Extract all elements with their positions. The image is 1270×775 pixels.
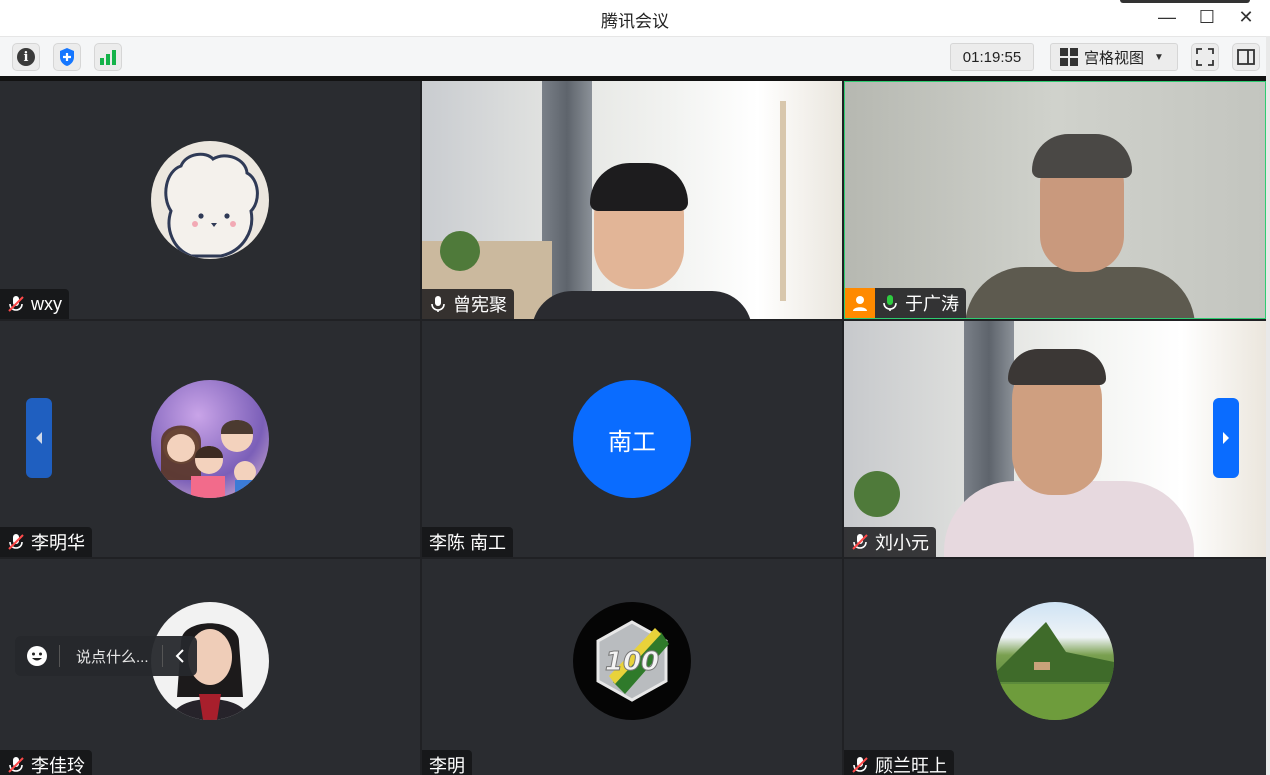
participant-name-tag: 李明 bbox=[422, 750, 472, 775]
participant-name-tag: 李佳玲 bbox=[0, 750, 92, 775]
participant-name-tag: 顾兰旺上 bbox=[844, 750, 954, 775]
person-hair bbox=[1008, 349, 1106, 385]
participant-tile[interactable]: 曾宪聚 bbox=[422, 81, 842, 319]
participant-tile-active-speaker[interactable]: 于广涛 bbox=[844, 81, 1266, 319]
participant-tile[interactable]: 南工 李陈 南工 bbox=[422, 321, 842, 557]
participant-tile[interactable]: 顾兰旺上 bbox=[844, 559, 1266, 775]
view-mode-label: 宫格视图 bbox=[1084, 49, 1145, 67]
participant-name: 于广涛 bbox=[905, 294, 959, 314]
maximize-button[interactable]: ☐ bbox=[1192, 4, 1222, 30]
window-edge-accent bbox=[1120, 0, 1250, 3]
network-signal-button[interactable] bbox=[94, 43, 122, 71]
meeting-toolbar: i 01:19:55 宫格视图 ▼ bbox=[0, 36, 1266, 76]
mic-muted-icon bbox=[8, 296, 24, 312]
avatar: 100 bbox=[573, 602, 691, 720]
person-body bbox=[532, 291, 752, 319]
mic-muted-icon bbox=[852, 534, 868, 550]
participant-name: 李明华 bbox=[31, 533, 85, 553]
participant-name-tag: 于广涛 bbox=[845, 288, 966, 318]
quick-chat-bar[interactable]: 说点什么... bbox=[15, 636, 197, 676]
person-hair bbox=[1032, 134, 1132, 178]
window-title: 腾讯会议 bbox=[601, 12, 669, 31]
landscape-avatar-image bbox=[996, 622, 1114, 720]
shelf bbox=[780, 101, 840, 301]
participant-name: 顾兰旺上 bbox=[875, 756, 947, 775]
chat-input[interactable]: 说点什么... bbox=[60, 646, 162, 667]
next-page-button[interactable] bbox=[1213, 398, 1239, 478]
plant bbox=[440, 231, 480, 271]
person-body bbox=[965, 267, 1195, 318]
badge-text: 100 bbox=[605, 647, 659, 677]
sidebar-icon bbox=[1237, 49, 1255, 65]
participant-name-tag: 刘小元 bbox=[844, 527, 936, 557]
participant-name: wxy bbox=[31, 293, 62, 314]
fullscreen-icon bbox=[1196, 48, 1214, 66]
info-icon: i bbox=[17, 48, 35, 66]
mic-icon bbox=[431, 296, 445, 312]
close-button[interactable]: ✕ bbox=[1231, 4, 1261, 30]
participant-name: 李陈 南工 bbox=[429, 533, 507, 553]
avatar bbox=[151, 380, 269, 498]
collapse-chat-button[interactable] bbox=[163, 649, 197, 663]
grid-view-icon bbox=[1060, 48, 1078, 66]
family-avatar-image bbox=[161, 420, 257, 498]
text-avatar: 南工 bbox=[573, 380, 691, 498]
window-right-edge bbox=[1266, 36, 1270, 775]
participant-name: 李明 bbox=[429, 756, 465, 775]
minimize-button[interactable]: — bbox=[1152, 4, 1182, 30]
shield-icon bbox=[60, 48, 74, 66]
avatar bbox=[996, 602, 1114, 720]
chevron-left-icon bbox=[175, 649, 184, 663]
badge-avatar-image: 100 bbox=[596, 620, 669, 702]
security-button[interactable] bbox=[53, 43, 81, 71]
meeting-timer: 01:19:55 bbox=[950, 43, 1034, 71]
participant-tile[interactable]: 刘小元 bbox=[844, 321, 1266, 557]
view-mode-dropdown[interactable]: 宫格视图 ▼ bbox=[1050, 43, 1178, 71]
meeting-info-button[interactable]: i bbox=[12, 43, 40, 71]
chevron-right-icon bbox=[1223, 432, 1229, 444]
sidebar-toggle-button[interactable] bbox=[1232, 43, 1260, 71]
participant-name-tag: 李陈 南工 bbox=[422, 527, 514, 557]
fullscreen-button[interactable] bbox=[1191, 43, 1219, 71]
participant-name: 曾宪聚 bbox=[453, 295, 507, 315]
title-bar: 腾讯会议 — ☐ ✕ bbox=[0, 0, 1270, 36]
host-icon bbox=[845, 288, 875, 318]
emoji-icon[interactable] bbox=[15, 645, 59, 667]
signal-icon bbox=[100, 50, 116, 65]
mic-muted-icon bbox=[8, 757, 24, 773]
participant-name: 李佳玲 bbox=[31, 756, 85, 775]
participant-name-tag: 李明华 bbox=[0, 527, 92, 557]
mic-muted-icon bbox=[852, 757, 868, 773]
bear-avatar-image bbox=[164, 152, 259, 258]
mic-speaking-icon bbox=[883, 295, 897, 311]
mic-muted-icon bbox=[8, 534, 24, 550]
chevron-left-icon bbox=[36, 432, 42, 444]
participant-tile[interactable]: wxy bbox=[0, 81, 420, 319]
participant-name-tag: wxy bbox=[0, 289, 69, 319]
participant-name: 刘小元 bbox=[875, 533, 929, 553]
participant-name-tag: 曾宪聚 bbox=[422, 289, 514, 319]
chevron-down-icon: ▼ bbox=[1154, 51, 1164, 63]
plant bbox=[854, 471, 900, 517]
prev-page-button[interactable] bbox=[26, 398, 52, 478]
person-hair bbox=[590, 163, 688, 211]
participant-tile[interactable]: 李明华 bbox=[0, 321, 420, 557]
avatar bbox=[151, 141, 269, 259]
participant-tile[interactable]: 100 李明 bbox=[422, 559, 842, 775]
